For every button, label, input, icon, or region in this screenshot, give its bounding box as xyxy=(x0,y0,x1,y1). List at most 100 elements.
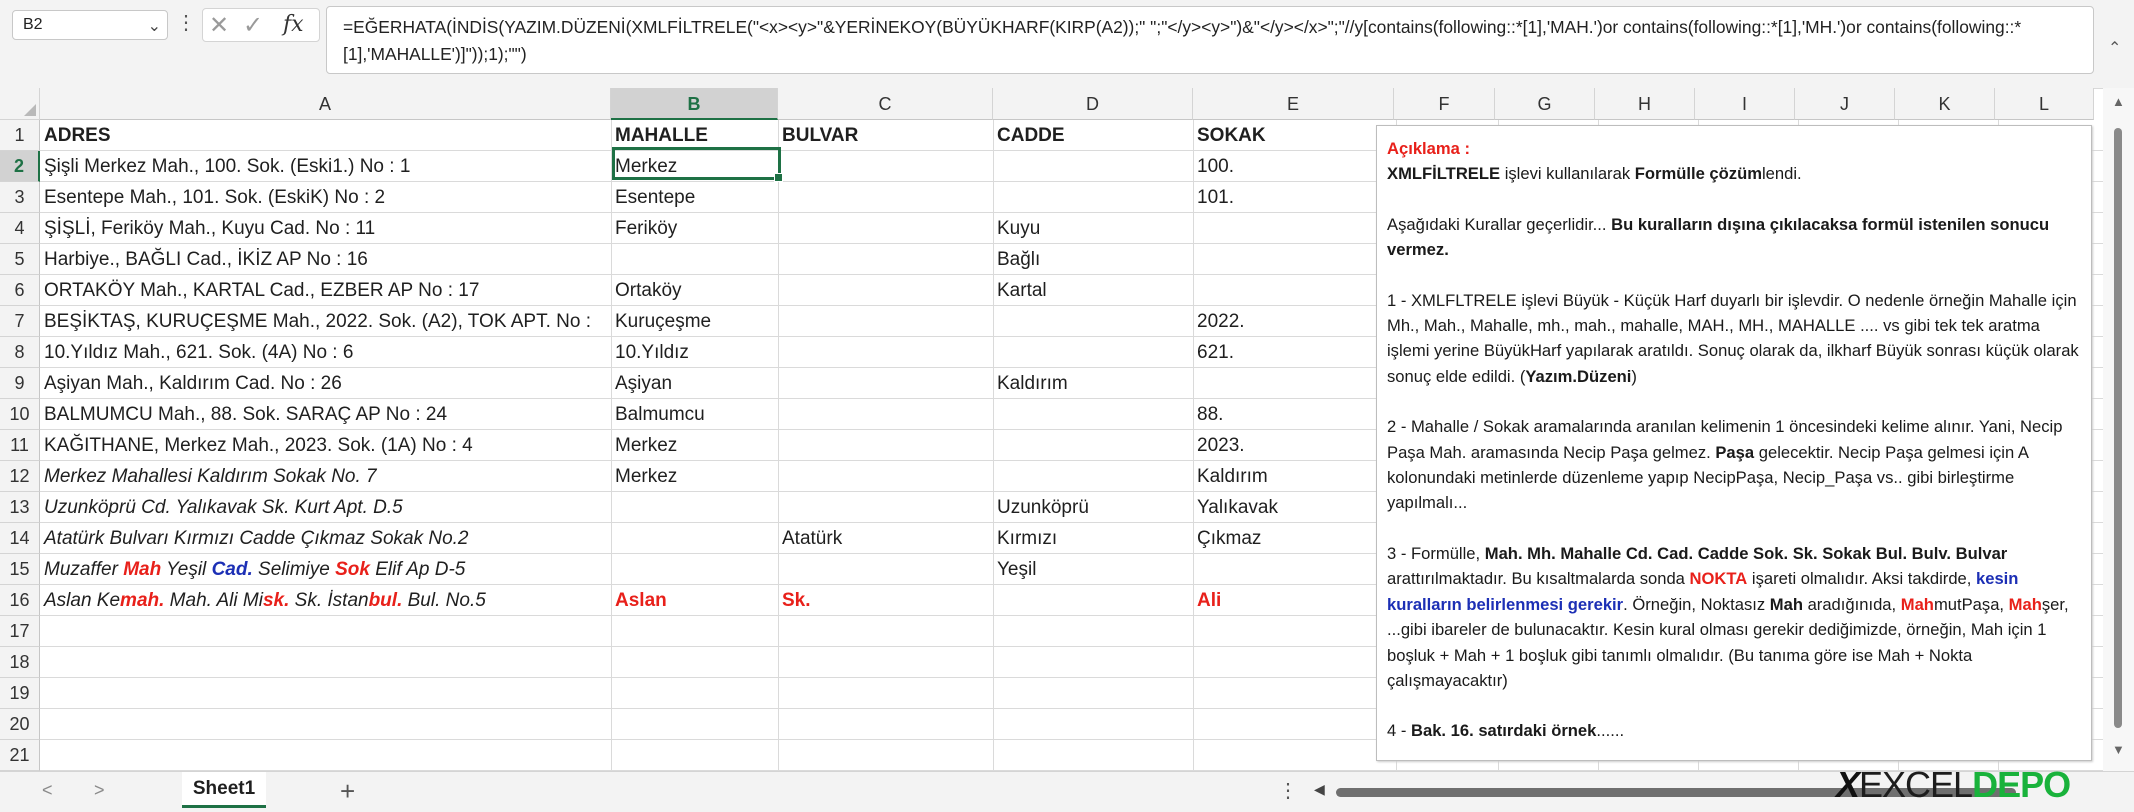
cell-d7[interactable] xyxy=(993,306,1192,337)
cell-c9[interactable] xyxy=(778,368,992,399)
cell-d15[interactable]: Yeşil xyxy=(993,554,1192,585)
scroll-left-icon[interactable]: ◀ xyxy=(1314,781,1325,798)
cell-e9[interactable] xyxy=(1193,368,1393,399)
row-header-5[interactable]: 5 xyxy=(0,244,40,275)
cell-d2[interactable] xyxy=(993,151,1192,182)
cell-a11[interactable]: KAĞITHANE, Merkez Mah., 2023. Sok. (1A) … xyxy=(40,430,610,461)
column-header-a[interactable]: A xyxy=(40,88,611,120)
column-header-g[interactable]: G xyxy=(1495,88,1595,120)
cell-a14[interactable]: Atatürk Bulvarı Kırmızı Cadde Çıkmaz Sok… xyxy=(40,523,610,554)
cell-b13[interactable] xyxy=(611,492,777,523)
cell-a2[interactable]: Şişli Merkez Mah., 100. Sok. (Eski1.) No… xyxy=(40,151,610,182)
cell-e13[interactable]: Yalıkavak xyxy=(1193,492,1393,523)
row-header-11[interactable]: 11 xyxy=(0,430,40,461)
row-header-1[interactable]: 1 xyxy=(0,120,40,151)
cell-d11[interactable] xyxy=(993,430,1192,461)
cell-d4[interactable]: Kuyu xyxy=(993,213,1192,244)
cell-d10[interactable] xyxy=(993,399,1192,430)
row-header-16[interactable]: 16 xyxy=(0,585,40,616)
cell-a9[interactable]: Aşiyan Mah., Kaldırım Cad. No : 26 xyxy=(40,368,610,399)
cell-e6[interactable] xyxy=(1193,275,1393,306)
cell-a4[interactable]: ŞİŞLİ, Feriköy Mah., Kuyu Cad. No : 11 xyxy=(40,213,610,244)
cell-c16[interactable]: Sk. xyxy=(778,585,992,616)
cell-e8[interactable]: 621. xyxy=(1193,337,1393,368)
cell-e10[interactable]: 88. xyxy=(1193,399,1393,430)
formula-input[interactable]: =EĞERHATA(İNDİS(YAZIM.DÜZENİ(XMLFİLTRELE… xyxy=(326,6,2094,74)
row-header-15[interactable]: 15 xyxy=(0,554,40,585)
sheet-tab-sheet1[interactable]: Sheet1 xyxy=(182,772,266,808)
row-header-7[interactable]: 7 xyxy=(0,306,40,337)
column-header-b[interactable]: B xyxy=(611,88,778,120)
collapse-formula-bar-icon[interactable]: ⌃ xyxy=(2108,38,2121,58)
row-header-4[interactable]: 4 xyxy=(0,213,40,244)
vertical-scroll-thumb[interactable] xyxy=(2114,128,2122,728)
row-header-3[interactable]: 3 xyxy=(0,182,40,213)
row-header-13[interactable]: 13 xyxy=(0,492,40,523)
cell-c11[interactable] xyxy=(778,430,992,461)
more-options-icon[interactable]: ⋮ xyxy=(1278,778,1298,803)
cell-e14[interactable]: Çıkmaz xyxy=(1193,523,1393,554)
column-header-e[interactable]: E xyxy=(1193,88,1394,120)
cell-d8[interactable] xyxy=(993,337,1192,368)
column-header-h[interactable]: H xyxy=(1595,88,1695,120)
row-header-8[interactable]: 8 xyxy=(0,337,40,368)
header-bulvar[interactable]: BULVAR xyxy=(778,120,992,151)
column-header-i[interactable]: I xyxy=(1695,88,1795,120)
row-header-12[interactable]: 12 xyxy=(0,461,40,492)
fill-handle[interactable] xyxy=(774,173,783,182)
row-header-20[interactable]: 20 xyxy=(0,709,40,740)
row-header-10[interactable]: 10 xyxy=(0,399,40,430)
check-icon[interactable]: ✓ xyxy=(243,11,263,40)
row-header-6[interactable]: 6 xyxy=(0,275,40,306)
cell-b4[interactable]: Feriköy xyxy=(611,213,777,244)
cell-a6[interactable]: ORTAKÖY Mah., KARTAL Cad., EZBER AP No :… xyxy=(40,275,610,306)
cell-b14[interactable] xyxy=(611,523,777,554)
column-header-c[interactable]: C xyxy=(778,88,993,120)
cell-b9[interactable]: Aşiyan xyxy=(611,368,777,399)
cell-c7[interactable] xyxy=(778,306,992,337)
cell-d5[interactable]: Bağlı xyxy=(993,244,1192,275)
header-adres[interactable]: ADRES xyxy=(40,120,610,151)
row-header-19[interactable]: 19 xyxy=(0,678,40,709)
header-cadde[interactable]: CADDE xyxy=(993,120,1192,151)
chevron-down-icon[interactable]: ⌄ xyxy=(148,16,161,36)
cell-e4[interactable] xyxy=(1193,213,1393,244)
cell-c14[interactable]: Atatürk xyxy=(778,523,992,554)
prev-sheet-icon[interactable]: < xyxy=(42,780,53,801)
cell-b10[interactable]: Balmumcu xyxy=(611,399,777,430)
column-header-j[interactable]: J xyxy=(1795,88,1895,120)
cell-a7[interactable]: BEŞİKTAŞ, KURUÇEŞME Mah., 2022. Sok. (A2… xyxy=(40,306,610,337)
cell-b5[interactable] xyxy=(611,244,777,275)
cell-a13[interactable]: Uzunköprü Cd. Yalıkavak Sk. Kurt Apt. D.… xyxy=(40,492,610,523)
cell-d9[interactable]: Kaldırım xyxy=(993,368,1192,399)
cell-e11[interactable]: 2023. xyxy=(1193,430,1393,461)
row-header-18[interactable]: 18 xyxy=(0,647,40,678)
cell-c8[interactable] xyxy=(778,337,992,368)
header-sokak[interactable]: SOKAK xyxy=(1193,120,1393,151)
cell-a3[interactable]: Esentepe Mah., 101. Sok. (EskiK) No : 2 xyxy=(40,182,610,213)
cell-e16[interactable]: Ali xyxy=(1193,585,1393,616)
cell-d13[interactable]: Uzunköprü xyxy=(993,492,1192,523)
cell-d12[interactable] xyxy=(993,461,1192,492)
cell-d14[interactable]: Kırmızı xyxy=(993,523,1192,554)
cell-e3[interactable]: 101. xyxy=(1193,182,1393,213)
cell-b6[interactable]: Ortaköy xyxy=(611,275,777,306)
row-header-21[interactable]: 21 xyxy=(0,740,40,771)
insert-function-icon[interactable]: fx xyxy=(283,12,304,37)
cell-d3[interactable] xyxy=(993,182,1192,213)
cell-b8[interactable]: 10.Yıldız xyxy=(611,337,777,368)
row-header-14[interactable]: 14 xyxy=(0,523,40,554)
cell-b12[interactable]: Merkez xyxy=(611,461,777,492)
select-all-corner[interactable] xyxy=(0,88,40,120)
scroll-up-icon[interactable]: ▲ xyxy=(2112,94,2125,109)
column-header-l[interactable]: L xyxy=(1995,88,2094,120)
cell-a16[interactable]: Aslan Kemah. Mah. Ali Misk. Sk. İstanbul… xyxy=(40,585,610,616)
explanation-textbox[interactable]: Açıklama : XMLFİLTRELE işlevi kullanılar… xyxy=(1376,125,2092,761)
cancel-icon[interactable]: ✕ xyxy=(209,11,229,40)
column-header-d[interactable]: D xyxy=(993,88,1193,120)
row-header-2[interactable]: 2 xyxy=(0,151,40,182)
scroll-down-icon[interactable]: ▼ xyxy=(2112,742,2125,757)
cell-b7[interactable]: Kuruçeşme xyxy=(611,306,777,337)
cell-a10[interactable]: BALMUMCU Mah., 88. Sok. SARAÇ AP No : 24 xyxy=(40,399,610,430)
next-sheet-icon[interactable]: > xyxy=(94,780,105,801)
